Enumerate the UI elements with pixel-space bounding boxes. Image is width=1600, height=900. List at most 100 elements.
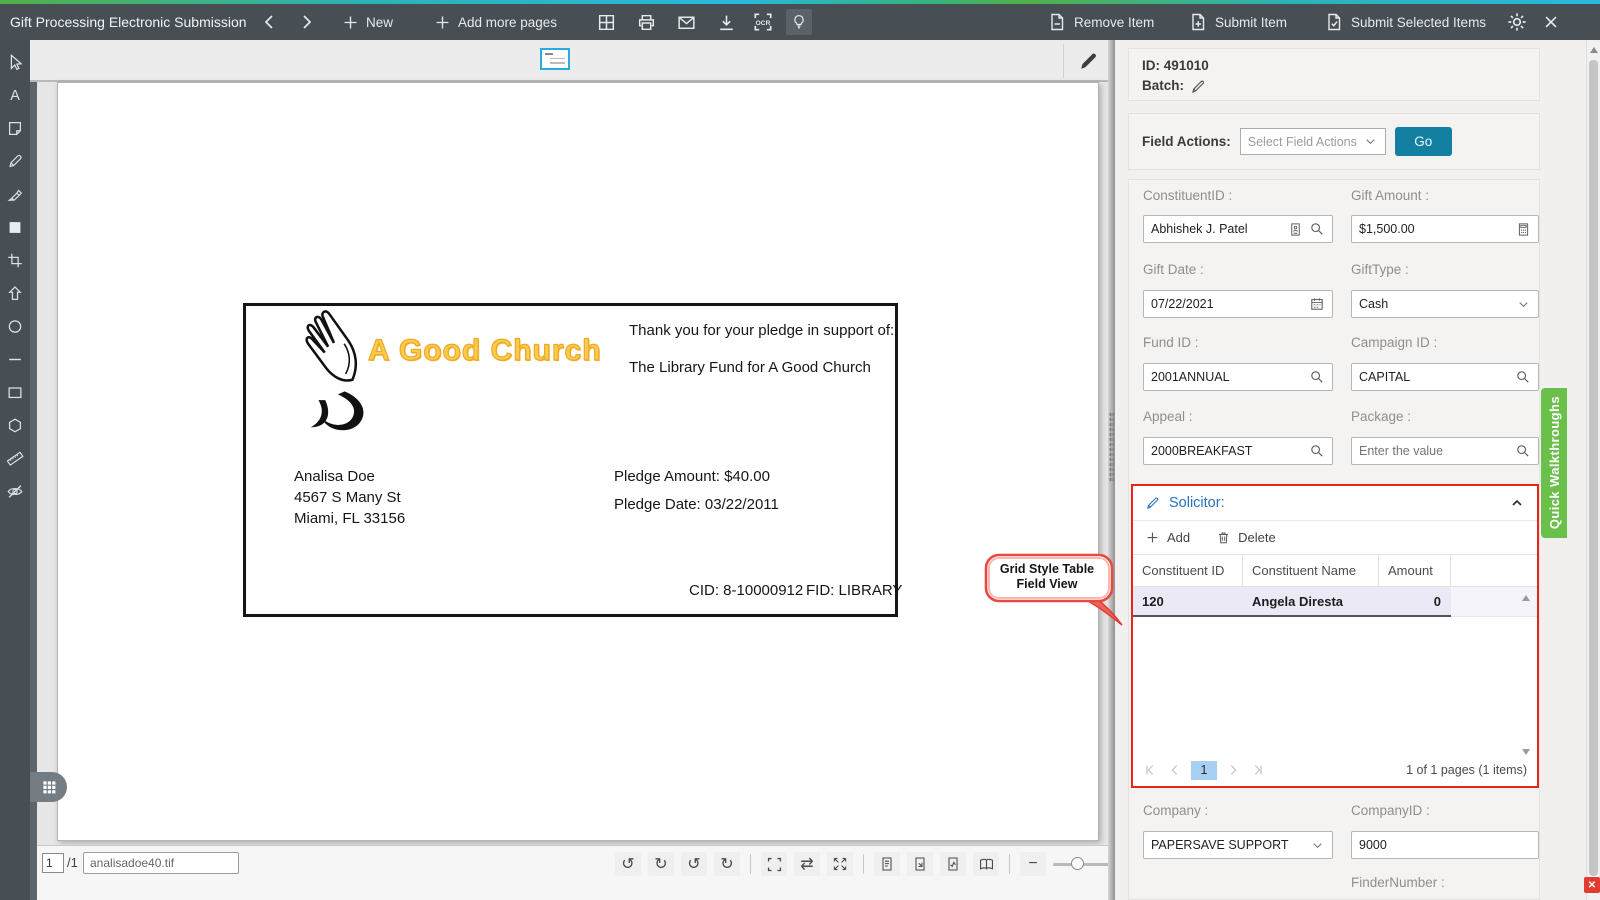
cell-constituent-name[interactable]: Angela Diresta bbox=[1243, 587, 1379, 617]
continuous-view-button[interactable] bbox=[907, 852, 933, 876]
cursor-icon bbox=[6, 53, 24, 72]
close-button[interactable] bbox=[1538, 4, 1564, 40]
column-header[interactable]: Amount bbox=[1379, 555, 1451, 586]
company-select[interactable] bbox=[1143, 831, 1333, 859]
constituent-id-field[interactable] bbox=[1143, 215, 1333, 243]
search-icon[interactable] bbox=[1309, 221, 1325, 237]
new-button[interactable]: New bbox=[338, 4, 397, 40]
rotate-left-button[interactable]: ↺ bbox=[681, 852, 707, 876]
calendar-icon[interactable] bbox=[1309, 296, 1325, 312]
search-icon[interactable] bbox=[1515, 369, 1531, 385]
filled-rectangle-tool-button[interactable] bbox=[0, 211, 30, 244]
go-button[interactable]: Go bbox=[1395, 127, 1452, 156]
close-icon: ✕ bbox=[1588, 880, 1596, 891]
scroll-up-icon[interactable] bbox=[1590, 47, 1598, 53]
gift-type-select[interactable] bbox=[1351, 290, 1539, 318]
contact-card-icon[interactable] bbox=[1288, 222, 1303, 237]
zoom-slider-knob[interactable] bbox=[1071, 857, 1084, 870]
pen-tool-button[interactable] bbox=[0, 145, 30, 178]
search-icon[interactable] bbox=[1309, 443, 1325, 459]
grid-data-row[interactable]: 120 Angela Diresta 0 bbox=[1133, 587, 1537, 617]
delete-row-button[interactable]: Delete bbox=[1216, 530, 1276, 545]
print-button[interactable] bbox=[632, 4, 661, 40]
hide-annotations-button[interactable] bbox=[0, 475, 30, 508]
settings-button[interactable] bbox=[1502, 4, 1532, 40]
company-id-field[interactable] bbox=[1351, 831, 1539, 859]
cell-amount[interactable]: 0 bbox=[1379, 587, 1451, 617]
add-row-button[interactable]: Add bbox=[1145, 530, 1190, 545]
add-more-pages-button[interactable]: Add more pages bbox=[430, 4, 561, 40]
single-page-view-button[interactable] bbox=[874, 852, 900, 876]
column-header[interactable]: Constituent Name bbox=[1243, 555, 1379, 586]
rectangle-tool-button[interactable] bbox=[0, 376, 30, 409]
scrollbar-thumb[interactable] bbox=[1589, 60, 1598, 876]
measure-tool-button[interactable] bbox=[0, 442, 30, 475]
text-tool-button[interactable]: A bbox=[0, 79, 30, 112]
book-view-button[interactable] bbox=[973, 852, 999, 876]
filename-input[interactable] bbox=[83, 852, 239, 874]
campaign-id-field[interactable] bbox=[1351, 363, 1539, 391]
document-viewer[interactable]: A Good Church Thank you for your pledge … bbox=[30, 82, 1108, 845]
appeal-field[interactable] bbox=[1143, 437, 1333, 465]
first-page-button[interactable] bbox=[1143, 762, 1159, 778]
walkthrough-close-button[interactable]: ✕ bbox=[1584, 877, 1600, 893]
current-page-badge[interactable]: 1 bbox=[1191, 761, 1217, 780]
panel-scrollbar[interactable] bbox=[1586, 40, 1600, 900]
gift-date-label: Gift Date : bbox=[1143, 262, 1333, 277]
gift-amount-field[interactable] bbox=[1351, 215, 1539, 243]
crop-tool-button[interactable] bbox=[0, 244, 30, 277]
download-button[interactable] bbox=[712, 4, 741, 40]
previous-page-button[interactable] bbox=[1167, 762, 1183, 778]
zoom-out-button[interactable]: − bbox=[1020, 852, 1046, 876]
submit-item-button[interactable]: Submit Item bbox=[1184, 4, 1291, 40]
remove-item-button[interactable]: Remove Item bbox=[1043, 4, 1158, 40]
cell-constituent-id[interactable]: 120 bbox=[1133, 587, 1243, 617]
ellipse-tool-button[interactable] bbox=[0, 310, 30, 343]
search-icon[interactable] bbox=[1515, 443, 1531, 459]
close-icon bbox=[1542, 13, 1560, 31]
quick-walkthroughs-tab[interactable]: Quick Walkthroughs bbox=[1541, 388, 1567, 538]
submit-selected-items-button[interactable]: Submit Selected Items bbox=[1320, 4, 1490, 40]
redo-button[interactable]: ↻ bbox=[648, 852, 674, 876]
next-item-button[interactable] bbox=[292, 4, 320, 40]
thumbnail-panel-toggle-button[interactable] bbox=[30, 772, 67, 802]
chevron-down-icon[interactable] bbox=[1310, 838, 1325, 853]
undo-button[interactable]: ↺ bbox=[615, 852, 641, 876]
gift-date-field[interactable] bbox=[1143, 290, 1333, 318]
previous-item-button[interactable] bbox=[256, 4, 284, 40]
grid-scroll-up-icon[interactable] bbox=[1522, 595, 1530, 601]
expand-button[interactable] bbox=[827, 852, 853, 876]
grid-view-button[interactable] bbox=[592, 4, 621, 40]
fund-id-field[interactable] bbox=[1143, 363, 1333, 391]
chevron-down-icon[interactable] bbox=[1516, 297, 1531, 312]
splitter-handle[interactable] bbox=[1109, 412, 1114, 482]
calculator-icon[interactable] bbox=[1516, 222, 1531, 237]
ocr-button[interactable]: OCR bbox=[748, 4, 778, 40]
search-icon[interactable] bbox=[1309, 369, 1325, 385]
field-actions-select[interactable]: Select Field Actions bbox=[1240, 128, 1386, 155]
panel-splitter[interactable] bbox=[1108, 40, 1115, 900]
next-page-button[interactable] bbox=[1225, 762, 1241, 778]
fit-width-button[interactable]: ⇄ bbox=[794, 852, 820, 876]
fit-page-button[interactable] bbox=[761, 852, 787, 876]
pencil-icon[interactable] bbox=[1190, 78, 1207, 95]
page-number-input[interactable] bbox=[42, 853, 64, 873]
package-field[interactable] bbox=[1351, 437, 1539, 465]
rotate-right-button[interactable]: ↻ bbox=[714, 852, 740, 876]
page-properties-button[interactable] bbox=[940, 852, 966, 876]
collapse-chevron-icon[interactable] bbox=[1509, 495, 1525, 511]
arrow-tool-button[interactable] bbox=[0, 277, 30, 310]
last-page-button[interactable] bbox=[1249, 762, 1265, 778]
page-thumbnail[interactable] bbox=[540, 48, 570, 70]
select-tool-button[interactable] bbox=[0, 46, 30, 79]
note-tool-button[interactable] bbox=[0, 112, 30, 145]
highlighter-tool-button[interactable] bbox=[0, 178, 30, 211]
email-button[interactable] bbox=[672, 4, 701, 40]
enhance-button[interactable] bbox=[782, 4, 816, 40]
polygon-tool-button[interactable] bbox=[0, 409, 30, 442]
line-tool-button[interactable] bbox=[0, 343, 30, 376]
column-header[interactable]: Constituent ID bbox=[1133, 555, 1243, 586]
edit-annotations-button[interactable] bbox=[1072, 49, 1096, 73]
lightbulb-icon bbox=[790, 13, 808, 31]
solicitor-header[interactable]: Solicitor: bbox=[1133, 486, 1537, 521]
